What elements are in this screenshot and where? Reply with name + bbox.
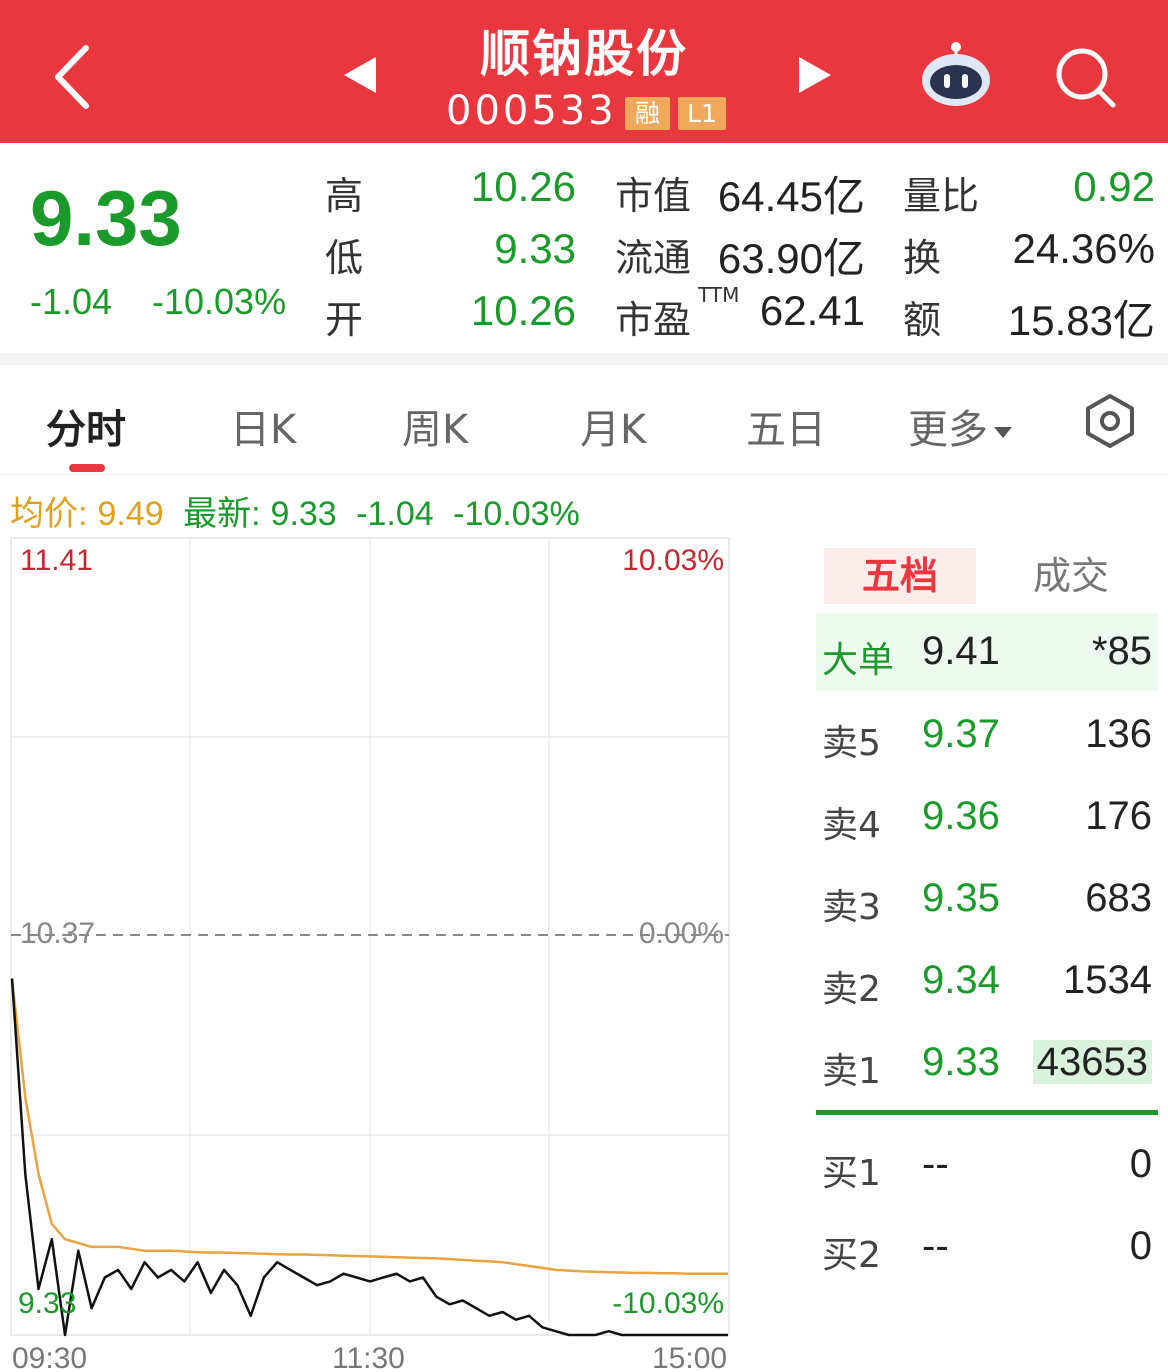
open-label: 开 [325,298,364,342]
float-value: 63.90亿 [717,235,865,282]
bid-label: 买1 [822,1153,881,1194]
bid-volume: 0 [1129,1142,1152,1186]
tab-trades[interactable]: 成交 [996,548,1146,604]
volratio-value: 0.92 [1073,163,1155,210]
level-badge: L1 [678,97,726,130]
bid-volume: 0 [1129,1224,1152,1268]
ask-volume: 176 [1085,794,1152,838]
low-value: 9.33 [494,225,576,272]
tab-daily-k[interactable]: 日K [230,397,296,455]
ask-label: 卖1 [822,1051,881,1092]
latest-price-label: 最新: [183,495,261,533]
ask-label: 卖4 [822,805,881,846]
y-top-pct-label: 10.03% [622,544,724,577]
robot-assistant-icon[interactable] [918,40,994,108]
y-mid-price-label: 10.37 [20,917,95,950]
margin-badge: 融 [625,97,670,130]
amount-value: 15.83亿 [1007,297,1155,344]
low-label: 低 [325,236,364,280]
ask-label: 卖5 [822,723,881,764]
bid-price: -- [922,1224,949,1268]
avg-price-value: 9.49 [97,495,164,533]
current-price: 9.33 [30,174,182,262]
ask-price: 9.34 [922,958,1000,1002]
tab-intraday[interactable]: 分时 [46,397,126,455]
y-bottom-pct-label: -10.03% [612,1287,724,1320]
ask-bid-separator [816,1110,1158,1115]
mktcap-label: 市值 [615,174,692,218]
ask-volume: 683 [1085,876,1152,920]
x-axis-label-open: 09:30 [12,1342,88,1372]
section-divider [0,353,1168,365]
stock-code: 000533 [446,88,617,134]
ask-volume: 43653 [1032,1040,1152,1084]
ask-row: 卖4 9.36 176 [816,778,1158,856]
ask-label: 卖2 [822,969,881,1010]
y-mid-pct-label: 0.00% [639,917,724,950]
bid-label: 买2 [822,1235,881,1276]
mktcap-value: 64.45亿 [717,173,865,220]
quote-panel: 9.33 -1.04 -10.03% 高 10.26 低 9.33 开 10.2… [0,143,1168,353]
high-label: 高 [325,174,364,218]
back-arrow-icon[interactable] [44,40,104,115]
latest-price-value: 9.33 [270,495,337,533]
ask-price: 9.35 [922,876,1000,920]
ask-volume: 136 [1085,712,1152,756]
price-change: -1.04 [30,281,113,322]
volratio-label: 量比 [903,174,980,218]
avg-price-label: 均价: [10,495,88,533]
y-top-price-label: 11.41 [20,544,93,577]
tab-five-day[interactable]: 五日 [746,397,826,455]
ask-price: 9.37 [922,712,1000,756]
big-order-label: 大单 [822,640,895,681]
search-icon[interactable] [1052,44,1118,110]
high-value: 10.26 [470,163,576,210]
turnover-label: 换 [903,236,942,280]
pe-ttm-superscript: TTM [698,283,740,307]
chart-tabs: 分时 日K 周K 月K 五日 更多 [0,365,1168,475]
order-book-panel: 五档 成交 大单 9.41 *85 卖5 9.37 136 卖4 9.36 17… [816,538,1158,1372]
x-axis-label-midday: 11:30 [332,1342,405,1372]
big-order-price: 9.41 [922,629,1000,673]
big-order-volume: *85 [1091,629,1152,673]
ask-volume: 1534 [1063,958,1152,1002]
ask-row: 卖5 9.37 136 [816,696,1158,774]
stock-name: 顺钠股份 [480,25,688,83]
tab-weekly-k[interactable]: 周K [402,397,468,455]
ask-row: 卖1 9.33 43653 [816,1024,1158,1102]
x-axis-label-close: 15:00 [652,1342,728,1372]
ask-row: 卖2 9.34 1534 [816,942,1158,1020]
pe-value: 62.41 [759,287,865,334]
pe-label: 市盈 [615,298,692,342]
ask-price: 9.36 [922,794,1000,838]
latest-change: -1.04 [356,495,434,533]
tab-five-levels[interactable]: 五档 [824,548,976,604]
ask-label: 卖3 [822,887,881,928]
float-label: 流通 [615,236,692,280]
ask-row: 卖3 9.35 683 [816,860,1158,938]
bid-price: -- [922,1142,949,1186]
turnover-value: 24.36% [1012,225,1155,272]
price-change-pct: -10.03% [152,281,287,322]
settings-icon[interactable] [1082,393,1138,449]
next-stock-icon[interactable] [795,55,835,95]
amount-label: 额 [903,298,942,342]
title-bar: 顺钠股份 000533 融 L1 [0,0,1168,143]
tab-monthly-k[interactable]: 月K [580,397,646,455]
bid-row: 买2 -- 0 [816,1208,1158,1286]
active-tab-indicator [69,464,105,472]
chevron-down-icon [994,426,1012,438]
chart-info-bar: 均价: 9.49 最新: 9.33 -1.04 -10.03% [10,486,590,535]
big-order-row: 大单 9.41 *85 [816,613,1158,691]
ask-volume-cell: 43653 [1032,1040,1152,1085]
prev-stock-icon[interactable] [340,55,380,95]
bid-row: 买1 -- 0 [816,1126,1158,1204]
ask-price: 9.33 [922,1040,1000,1084]
y-bottom-price-label: 9.33 [18,1287,76,1320]
open-value: 10.26 [470,287,576,334]
intraday-chart[interactable]: 11.41 10.03% 10.37 0.00% 9.33 -10.03% [0,535,735,1372]
latest-change-pct: -10.03% [453,495,580,533]
tab-more[interactable]: 更多 [908,397,1012,455]
tab-more-label: 更多 [908,407,988,453]
